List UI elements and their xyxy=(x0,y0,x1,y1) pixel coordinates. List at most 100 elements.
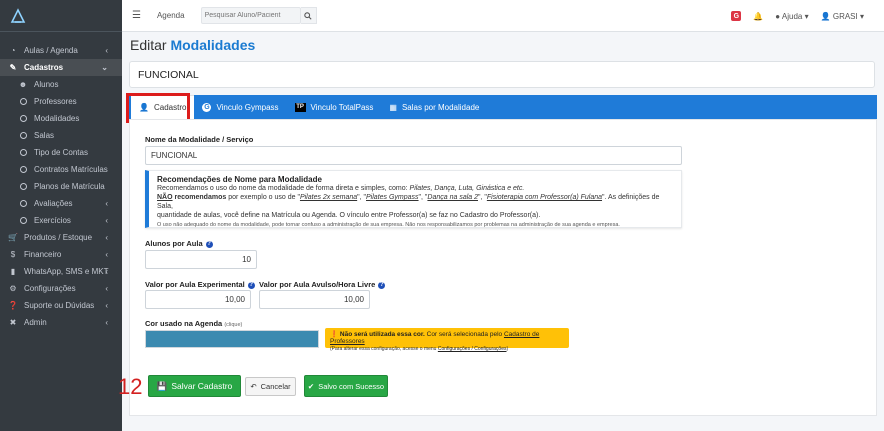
question-icon: ❓ xyxy=(8,301,18,310)
hamburger-menu-icon[interactable]: ☰ xyxy=(132,10,141,21)
user-menu[interactable]: 👤 GRASI ▾ xyxy=(821,12,864,21)
tools-icon: ✖ xyxy=(9,318,17,327)
record-name: FUNCIONAL xyxy=(138,69,199,81)
users-icon: ☻ xyxy=(18,80,28,89)
chevron-left-icon: ‹ xyxy=(105,233,108,242)
question-icon[interactable]: ? xyxy=(205,240,213,248)
tab-vinculo-gympass[interactable]: G Vinculo Gympass xyxy=(194,95,286,119)
search-button[interactable] xyxy=(300,7,317,24)
page-title: Editar Modalidades xyxy=(130,37,255,53)
chevron-left-icon: ‹ xyxy=(105,284,108,293)
question-circle-icon: ● xyxy=(775,11,781,21)
save-button[interactable]: 💾 Salvar Cadastro xyxy=(148,375,241,397)
help-menu[interactable]: ● Ajuda ▾ xyxy=(775,12,808,21)
sidebar-item-label: Cadastros xyxy=(24,63,64,72)
sidebar-item-planos-de-matricula[interactable]: Planos de Matrícula xyxy=(0,178,122,195)
sidebar-item-label: Salas xyxy=(34,131,55,140)
sidebar-item-label: Aulas / Agenda xyxy=(24,46,78,55)
sidebar-item-exercicios[interactable]: Exercícios ‹ xyxy=(0,212,122,229)
chevron-left-icon: ‹ xyxy=(105,318,108,327)
sidebar-item-avaliacoes[interactable]: Avaliações ‹ xyxy=(0,195,122,212)
color-picker[interactable] xyxy=(145,330,319,348)
tab-label: Vinculo Gympass xyxy=(216,102,279,112)
sidebar-item-financeiro[interactable]: $ Financeiro ‹ xyxy=(0,246,122,263)
callout-line-3: quantidade de aulas, você define na Matr… xyxy=(157,212,541,219)
chevron-left-icon: ‹ xyxy=(105,250,108,259)
sidebar-item-label: Contratos Matrículas xyxy=(34,165,108,174)
dollar-icon: $ xyxy=(10,250,16,259)
sidebar-item-configuracoes[interactable]: ⚙ Configurações ‹ xyxy=(0,280,122,297)
sidebar-item-salas[interactable]: Salas xyxy=(0,127,122,144)
help-label: Ajuda xyxy=(781,11,803,21)
trial-price-input[interactable]: 10,00 xyxy=(145,290,251,309)
circle-icon xyxy=(18,114,28,124)
topbar: ☰ Agenda G 🔔 ● Ajuda ▾ 👤 GRASI ▾ xyxy=(122,0,884,32)
tab-vinculo-totalpass[interactable]: TP Vinculo TotalPass xyxy=(287,95,382,119)
circle-icon xyxy=(18,182,28,192)
gympass-icon: G xyxy=(202,102,212,112)
search-input[interactable] xyxy=(200,7,301,24)
rooms-icon: ▦ xyxy=(389,102,397,112)
check-circle-icon: ✔ xyxy=(307,381,315,391)
sidebar-item-cadastros[interactable]: ✎ Cadastros ⌄ xyxy=(0,59,122,76)
agenda-link[interactable]: Agenda xyxy=(157,11,185,20)
chevron-left-icon: ‹ xyxy=(105,267,108,276)
name-label: Nome da Modalidade / Serviço xyxy=(145,135,254,144)
logo-icon xyxy=(10,7,26,23)
chevron-left-icon: ‹ xyxy=(105,46,108,55)
undo-icon: ↶ xyxy=(250,382,257,391)
sidebar-item-produtos-estoque[interactable]: 🛒 Produtos / Estoque ‹ xyxy=(0,229,122,246)
sidebar-item-aulas-agenda[interactable]: ◔ Aulas / Agenda ‹ xyxy=(0,42,122,59)
user-icon: 👤 xyxy=(820,11,831,21)
whatsapp-icon: ▮ xyxy=(10,267,16,276)
sidebar-item-label: Configurações xyxy=(24,284,76,293)
success-label: Salvo com Sucesso xyxy=(318,381,385,391)
question-icon[interactable]: ? xyxy=(247,281,255,289)
sidebar-item-label: Modalidades xyxy=(34,114,80,123)
sidebar-item-label: Produtos / Estoque xyxy=(24,233,93,242)
name-input[interactable]: FUNCIONAL xyxy=(145,146,682,165)
bell-icon[interactable]: 🔔 xyxy=(753,12,763,21)
sidebar-item-label: Alunos xyxy=(34,80,59,89)
circle-icon xyxy=(18,148,28,158)
single-price-input[interactable]: 10,00 xyxy=(259,290,370,309)
dashboard-icon: ◔ xyxy=(10,46,16,55)
tab-label: Salas por Modalidade xyxy=(401,102,480,112)
question-icon[interactable]: ? xyxy=(378,281,386,289)
chevron-down-icon: ⌄ xyxy=(101,63,108,72)
google-badge[interactable]: G xyxy=(731,11,742,21)
chevron-left-icon: ‹ xyxy=(105,199,108,208)
configuracoes-link[interactable]: Configurações / Configurações xyxy=(438,346,507,352)
brand-logo[interactable] xyxy=(0,0,122,32)
success-button[interactable]: ✔ Salvo com Sucesso xyxy=(304,375,388,397)
caret-down-icon: ▾ xyxy=(859,11,864,21)
record-header: FUNCIONAL xyxy=(129,61,875,88)
exclamation-icon: ❗ xyxy=(330,331,339,338)
sidebar-item-label: Exercícios xyxy=(34,216,71,225)
circle-icon xyxy=(18,131,28,141)
tab-salas-por-modalidade[interactable]: ▦ Salas por Modalidade xyxy=(381,95,487,119)
sidebar-item-label: Suporte ou Dúvidas xyxy=(24,301,95,310)
sidebar-item-whatsapp[interactable]: ▮ WhatsApp, SMS e MKT ‹ xyxy=(0,263,122,280)
sidebar-item-label: Avaliações xyxy=(34,199,73,208)
chevron-left-icon: ‹ xyxy=(105,301,108,310)
callout-disclaimer: O uso não adequado do nome da modalidade… xyxy=(157,222,620,228)
sidebar-item-tipo-de-contas[interactable]: Tipo de Contas xyxy=(0,144,122,161)
sidebar-item-admin[interactable]: ✖ Admin ‹ xyxy=(0,314,122,331)
sidebar-item-label: Professores xyxy=(34,97,77,106)
single-price-label: Valor por Aula Avulso/Hora Livre? xyxy=(259,280,386,289)
save-label: Salvar Cadastro xyxy=(171,381,233,391)
cancel-button[interactable]: ↶ Cancelar xyxy=(245,377,296,396)
sidebar-item-modalidades[interactable]: Modalidades xyxy=(0,110,122,127)
circle-icon xyxy=(18,97,28,107)
sidebar-item-contratos-matriculas[interactable]: Contratos Matrículas xyxy=(0,161,122,178)
sidebar-item-suporte[interactable]: ❓ Suporte ou Dúvidas ‹ xyxy=(0,297,122,314)
circle-icon xyxy=(18,165,28,175)
sidebar-item-professores[interactable]: Professores xyxy=(0,93,122,110)
students-label: Alunos por Aula? xyxy=(145,239,213,248)
sidebar-item-label: Tipo de Contas xyxy=(34,148,88,157)
sidebar-item-alunos[interactable]: ☻ Alunos xyxy=(0,76,122,93)
floppy-icon: 💾 xyxy=(156,380,168,391)
caret-down-icon: ▾ xyxy=(804,11,809,21)
students-input[interactable]: 10 xyxy=(145,250,257,269)
